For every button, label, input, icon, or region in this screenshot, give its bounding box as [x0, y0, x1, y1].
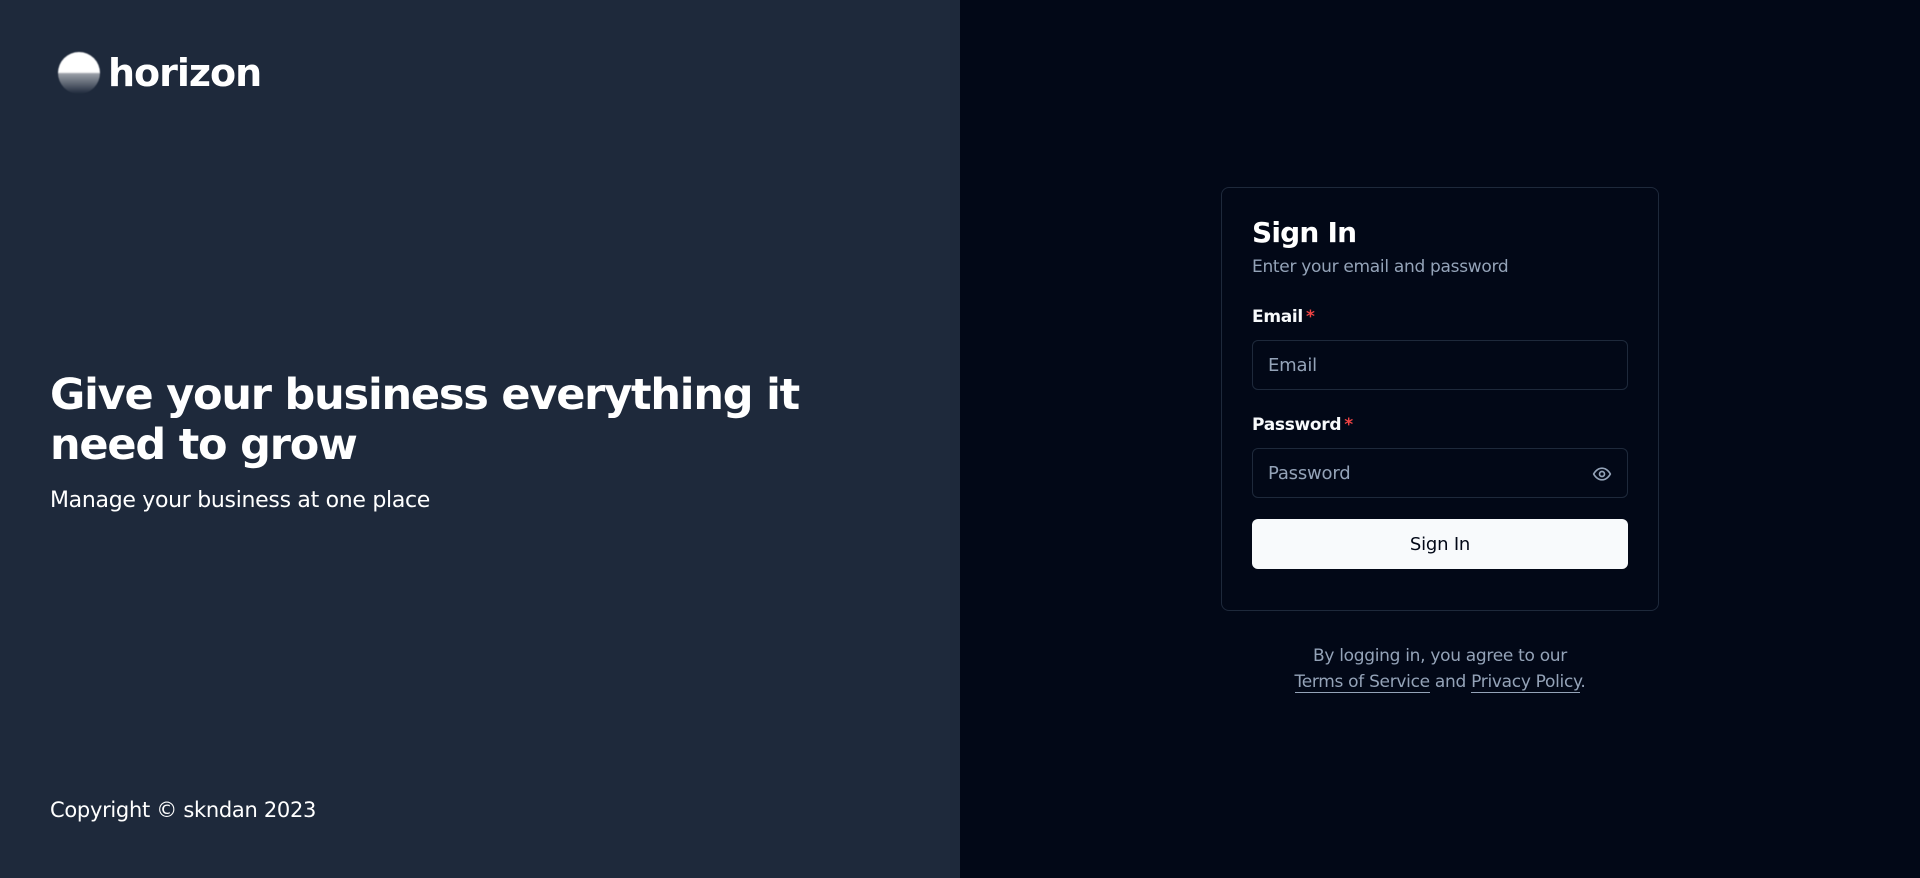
- terms-link[interactable]: Terms of Service: [1294, 672, 1430, 693]
- hero-headline: Give your business everything it need to…: [50, 370, 800, 470]
- legal-links: Terms of Service and Privacy Policy.: [1221, 669, 1659, 695]
- email-label-text: Email: [1252, 307, 1303, 327]
- signin-subtitle: Enter your email and password: [1252, 257, 1509, 277]
- password-field[interactable]: Password: [1252, 448, 1628, 498]
- required-mark: *: [1305, 307, 1315, 327]
- password-label: Password *: [1252, 415, 1628, 435]
- signin-title: Sign In: [1252, 216, 1357, 249]
- brand-panel: horizon Give your business everything it…: [0, 0, 960, 878]
- signin-card: Sign In Enter your email and password Em…: [1221, 187, 1659, 611]
- email-placeholder: Email: [1268, 354, 1317, 376]
- password-label-text: Password: [1252, 415, 1342, 435]
- required-mark: *: [1344, 415, 1353, 435]
- legal-suffix: .: [1580, 672, 1586, 692]
- eye-icon[interactable]: [1591, 464, 1613, 484]
- legal-notice: By logging in, you agree to our Terms of…: [1221, 643, 1659, 695]
- legal-conjunction: and: [1434, 672, 1467, 692]
- logo-text: horizon: [108, 51, 262, 95]
- logo[interactable]: horizon: [58, 50, 262, 96]
- hero-tagline: Manage your business at one place: [50, 488, 431, 513]
- email-field[interactable]: Email: [1252, 340, 1628, 390]
- legal-prefix: By logging in, you agree to our: [1313, 646, 1567, 666]
- password-placeholder: Password: [1268, 462, 1351, 484]
- hero: Give your business everything it need to…: [50, 370, 830, 513]
- privacy-link[interactable]: Privacy Policy: [1471, 672, 1581, 693]
- signin-button[interactable]: Sign In: [1252, 519, 1628, 569]
- email-label: Email *: [1252, 307, 1628, 327]
- horizon-sun-icon: [58, 50, 100, 96]
- auth-panel: Sign In Enter your email and password Em…: [960, 0, 1920, 878]
- copyright-text: Copyright © skndan 2023: [50, 798, 317, 822]
